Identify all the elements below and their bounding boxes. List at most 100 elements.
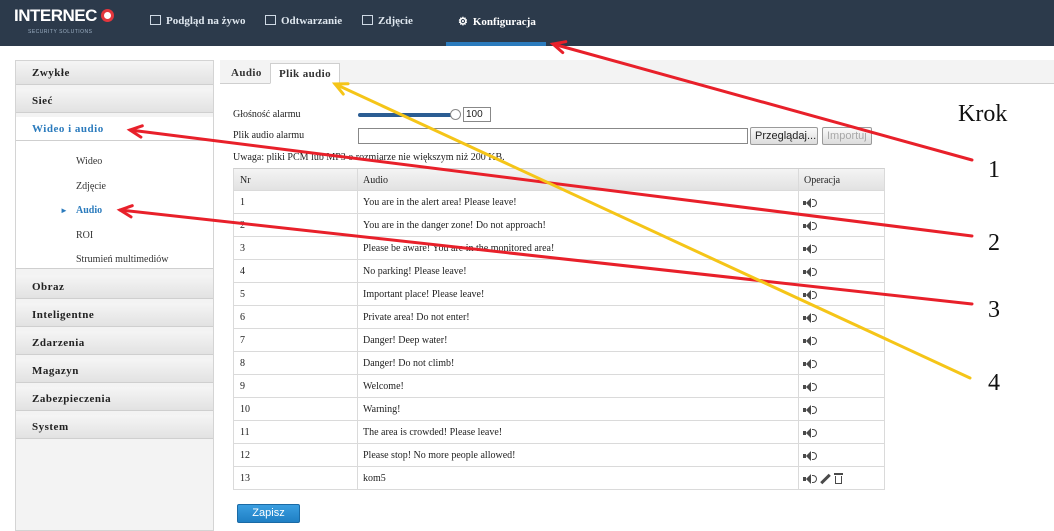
monitor-icon bbox=[150, 15, 161, 25]
table-row[interactable]: 13 kom5 bbox=[233, 467, 885, 490]
tab-audio[interactable]: Audio bbox=[223, 63, 270, 84]
import-button[interactable]: Importuj bbox=[822, 127, 872, 145]
sidebar-group-image[interactable]: Obraz bbox=[16, 275, 213, 299]
volume-slider-handle[interactable] bbox=[450, 109, 461, 120]
table-row[interactable]: 9 Welcome! bbox=[233, 375, 885, 398]
sidebar-group-events[interactable]: Zdarzenia bbox=[16, 331, 213, 355]
audio-file-input[interactable] bbox=[358, 128, 748, 144]
table-row[interactable]: 1 You are in the alert area! Please leave… bbox=[233, 191, 885, 214]
row-number: 12 bbox=[240, 450, 250, 461]
delete-icon[interactable] bbox=[834, 473, 843, 484]
column-separator bbox=[798, 375, 799, 397]
column-separator bbox=[798, 237, 799, 259]
column-separator bbox=[798, 421, 799, 443]
sidebar-group-storage[interactable]: Magazyn bbox=[16, 359, 213, 383]
row-audio-name: kom5 bbox=[363, 473, 386, 484]
table-header-row: Nr Audio Operacja bbox=[233, 168, 885, 191]
nav-configuration[interactable]: ⚙ Konfiguracja bbox=[458, 15, 536, 31]
nav-playback[interactable]: Odtwarzanie bbox=[265, 15, 342, 31]
nav-playback-label: Odtwarzanie bbox=[281, 15, 343, 27]
row-number: 13 bbox=[240, 473, 250, 484]
picture-icon bbox=[362, 15, 373, 25]
speaker-icon[interactable] bbox=[803, 267, 817, 277]
row-number: 10 bbox=[240, 404, 250, 415]
row-number: 8 bbox=[240, 358, 245, 369]
sidebar-item-picture[interactable]: Zdjęcie bbox=[76, 181, 106, 192]
column-separator bbox=[357, 260, 358, 282]
table-row[interactable]: 11 The area is crowded! Please leave! bbox=[233, 421, 885, 444]
column-separator bbox=[357, 352, 358, 374]
volume-label: Głośność alarmu bbox=[233, 109, 301, 120]
nav-live-view[interactable]: Podgląd na żywo bbox=[150, 15, 245, 31]
sidebar-item-roi[interactable]: ROI bbox=[76, 230, 93, 241]
step-number-2: 2 bbox=[988, 230, 1000, 256]
tab-audio-file[interactable]: Plik audio bbox=[270, 63, 340, 84]
speaker-icon[interactable] bbox=[803, 359, 817, 369]
top-navigation-bar: INTERNEC SECURITY SOLUTIONS Podgląd na ż… bbox=[0, 0, 1054, 46]
table-row[interactable]: 7 Danger! Deep water! bbox=[233, 329, 885, 352]
column-separator bbox=[357, 237, 358, 259]
sidebar-group-security[interactable]: Zabezpieczenia bbox=[16, 387, 213, 411]
speaker-icon[interactable] bbox=[803, 336, 817, 346]
row-number: 11 bbox=[240, 427, 250, 438]
column-separator bbox=[798, 191, 799, 213]
table-row[interactable]: 6 Private area! Do not enter! bbox=[233, 306, 885, 329]
row-audio-name: The area is crowded! Please leave! bbox=[363, 427, 503, 438]
logo-subtitle: SECURITY SOLUTIONS bbox=[28, 29, 93, 35]
speaker-icon[interactable] bbox=[803, 428, 817, 438]
tab-bar: Audio Plik audio bbox=[220, 60, 1054, 84]
volume-slider-track[interactable] bbox=[358, 113, 456, 117]
table-row[interactable]: 4 No parking! Please leave! bbox=[233, 260, 885, 283]
sidebar-item-stream[interactable]: Strumień multimediów bbox=[76, 254, 169, 265]
column-separator bbox=[798, 260, 799, 282]
sidebar-subitems-panel: Wideo Zdjęcie ► Audio ROI Strumień multi… bbox=[16, 141, 213, 269]
table-row[interactable]: 3 Please be aware! You are in the monitor… bbox=[233, 237, 885, 260]
volume-value-input[interactable]: 100 bbox=[463, 107, 491, 122]
table-row[interactable]: 2 You are in the danger zone! Do not appr… bbox=[233, 214, 885, 237]
save-button[interactable]: Zapisz bbox=[237, 504, 300, 523]
column-separator bbox=[357, 191, 358, 213]
speaker-icon[interactable] bbox=[803, 198, 817, 208]
column-separator bbox=[798, 214, 799, 236]
speaker-icon[interactable] bbox=[803, 474, 817, 484]
table-row[interactable]: 8 Danger! Do not climb! bbox=[233, 352, 885, 375]
column-separator bbox=[357, 444, 358, 466]
sidebar-item-video[interactable]: Wideo bbox=[76, 156, 102, 167]
column-header-nr: Nr bbox=[240, 175, 251, 186]
speaker-icon[interactable] bbox=[803, 382, 817, 392]
sidebar-group-video-audio[interactable]: Wideo i audio bbox=[16, 117, 213, 141]
table-row[interactable]: 10 Warning! bbox=[233, 398, 885, 421]
row-number: 6 bbox=[240, 312, 245, 323]
column-separator bbox=[357, 283, 358, 305]
sidebar-group-general[interactable]: Zwykłe bbox=[16, 61, 213, 85]
speaker-icon[interactable] bbox=[803, 290, 817, 300]
row-number: 5 bbox=[240, 289, 245, 300]
sidebar-group-system[interactable]: System bbox=[16, 415, 213, 439]
column-separator bbox=[798, 398, 799, 420]
column-separator bbox=[798, 444, 799, 466]
row-audio-name: Danger! Deep water! bbox=[363, 335, 448, 346]
sidebar-group-network[interactable]: Sieć bbox=[16, 89, 213, 113]
edit-icon[interactable] bbox=[820, 474, 830, 484]
speaker-icon[interactable] bbox=[803, 405, 817, 415]
column-separator bbox=[357, 467, 358, 489]
column-separator bbox=[357, 421, 358, 443]
browse-button[interactable]: Przeglądaj... bbox=[750, 127, 818, 145]
speaker-icon[interactable] bbox=[803, 244, 817, 254]
row-number: 9 bbox=[240, 381, 245, 392]
sidebar-group-intelligent[interactable]: Inteligentne bbox=[16, 303, 213, 327]
speaker-icon[interactable] bbox=[803, 313, 817, 323]
sidebar-item-audio[interactable]: Audio bbox=[76, 205, 102, 216]
speaker-icon[interactable] bbox=[803, 221, 817, 231]
file-format-note: Uwaga: pliki PCM lub MP3 o rozmiarze nie… bbox=[233, 152, 505, 163]
row-audio-name: You are in the alert area! Please leave! bbox=[363, 197, 517, 208]
table-row[interactable]: 5 Important place! Please leave! bbox=[233, 283, 885, 306]
row-audio-name: You are in the danger zone! Do not appro… bbox=[363, 220, 546, 231]
nav-picture[interactable]: Zdjęcie bbox=[362, 15, 413, 31]
table-row[interactable]: 12 Please stop! No more people allowed! bbox=[233, 444, 885, 467]
speaker-icon[interactable] bbox=[803, 451, 817, 461]
nav-active-indicator bbox=[446, 42, 546, 46]
row-audio-name: Welcome! bbox=[363, 381, 404, 392]
step-number-4: 4 bbox=[988, 370, 1000, 396]
active-item-arrow-icon: ► bbox=[60, 206, 68, 215]
